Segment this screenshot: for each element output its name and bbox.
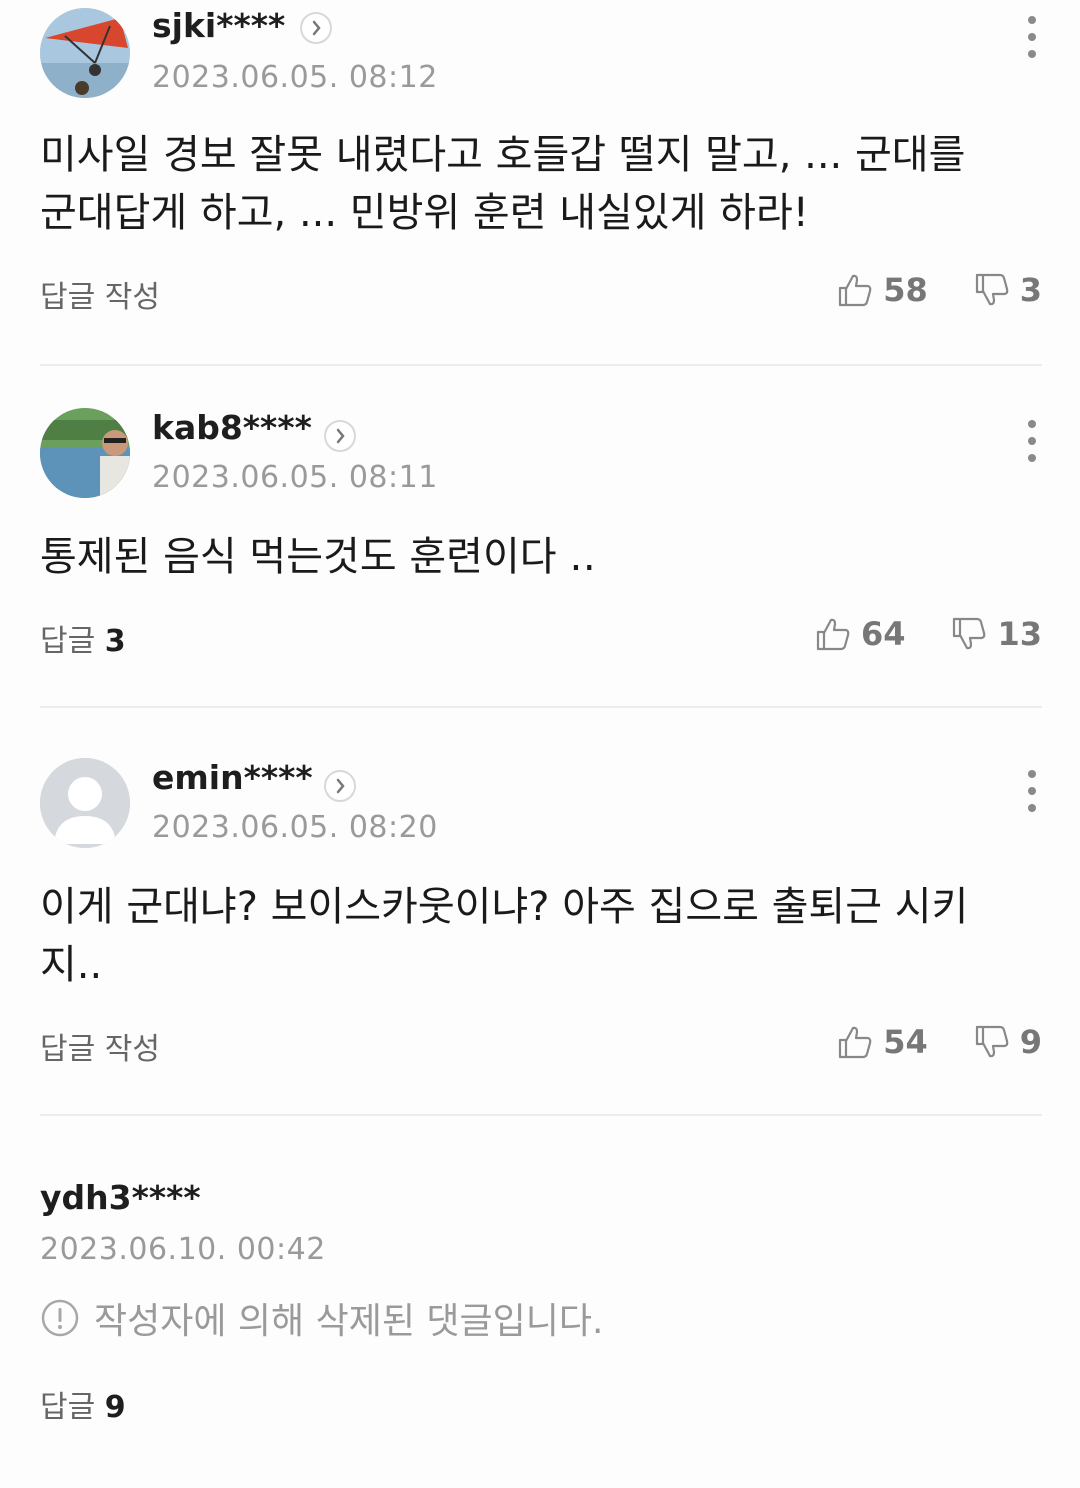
reply-label: 답글 xyxy=(40,1390,96,1425)
reply-count: 3 xyxy=(104,624,126,659)
comment-timestamp: 2023.06.10. 00:42 xyxy=(40,1232,326,1267)
dislike-button[interactable]: 9 xyxy=(974,1023,1042,1061)
reply-label: 답글 xyxy=(40,624,96,659)
divider xyxy=(40,706,1042,708)
like-button[interactable]: 54 xyxy=(837,1023,928,1061)
dislike-button[interactable]: 3 xyxy=(974,271,1042,309)
reply-button[interactable]: 답글 9 xyxy=(40,1382,126,1426)
avatar[interactable] xyxy=(40,408,130,498)
profile-arrow-button[interactable] xyxy=(300,12,332,44)
divider xyxy=(40,364,1042,366)
reply-button[interactable]: 답글 작성 xyxy=(40,272,160,316)
dislike-count: 9 xyxy=(1019,1023,1042,1061)
vertical-dots-icon xyxy=(1028,770,1036,778)
comment-text: 이게 군대냐? 보이스카웃이냐? 아주 집으로 출퇴근 시키지.. xyxy=(40,884,969,988)
lake-selfie-photo-icon xyxy=(40,408,130,498)
chevron-right-icon xyxy=(312,20,321,36)
thumbs-down-icon xyxy=(975,273,1009,306)
default-person-icon xyxy=(40,758,130,848)
reply-label: 답글 작성 xyxy=(40,1032,160,1067)
avatar[interactable] xyxy=(40,8,130,98)
profile-arrow-button[interactable] xyxy=(324,770,356,802)
chevron-right-icon xyxy=(336,428,345,444)
username[interactable]: kab8**** xyxy=(152,408,312,447)
like-count: 58 xyxy=(883,271,928,309)
thumbs-up-icon xyxy=(816,618,850,651)
username[interactable]: sjki**** xyxy=(152,6,285,45)
comment-text: 미사일 경보 잘못 내렸다고 호들갑 떨지 말고, ... 군대를 군대답게 하… xyxy=(40,132,966,236)
comment-text: 통제된 음식 먹는것도 훈련이다 ‥ xyxy=(40,534,596,580)
thumbs-up-icon xyxy=(839,274,872,307)
thumbs-down-icon xyxy=(953,617,986,650)
reply-button[interactable]: 답글 작성 xyxy=(40,1024,160,1068)
more-options-button[interactable] xyxy=(1022,420,1042,466)
like-count: 54 xyxy=(883,1023,928,1061)
hang-glider-photo-icon xyxy=(40,8,130,98)
like-button[interactable]: 64 xyxy=(815,615,906,653)
more-options-button[interactable] xyxy=(1022,770,1042,816)
username[interactable]: ydh3**** xyxy=(40,1178,201,1217)
profile-arrow-button[interactable] xyxy=(324,420,356,452)
vertical-dots-icon xyxy=(1028,420,1036,428)
vertical-dots-icon xyxy=(1028,16,1036,24)
dislike-button[interactable]: 13 xyxy=(951,615,1042,653)
reply-count: 9 xyxy=(104,1390,126,1425)
comment-item: kab8**** 2023.06.05. 08:11 통제된 음식 먹는것도 훈… xyxy=(0,408,1080,758)
dislike-count: 3 xyxy=(1019,271,1042,309)
deleted-message: 작성자에 의해 삭제된 댓글입니다. xyxy=(94,1301,604,1342)
comment-timestamp: 2023.06.05. 08:11 xyxy=(152,460,438,495)
reply-button[interactable]: 답글 3 xyxy=(40,616,126,660)
comment-timestamp: 2023.06.05. 08:20 xyxy=(152,810,438,845)
like-button[interactable]: 58 xyxy=(837,271,928,309)
reply-label: 답글 작성 xyxy=(40,280,160,315)
comment-item: sjki**** 2023.06.05. 08:12 미사일 경보 잘못 내렸다… xyxy=(0,0,1080,366)
vote-group: 58 3 xyxy=(791,268,1042,312)
comment-timestamp: 2023.06.05. 08:12 xyxy=(152,60,438,95)
thumbs-up-icon xyxy=(839,1026,872,1059)
deleted-notice: 작성자에 의해 삭제된 댓글입니다. xyxy=(40,1292,603,1344)
dislike-count: 13 xyxy=(997,615,1042,653)
avatar[interactable] xyxy=(40,758,130,848)
divider xyxy=(40,1114,1042,1116)
like-count: 64 xyxy=(860,615,906,653)
vote-group: 54 9 xyxy=(791,1020,1042,1064)
exclamation-circle-icon xyxy=(41,1299,79,1337)
deleted-comment-item: ydh3**** 2023.06.10. 00:42 작성자에 의해 삭제된 댓… xyxy=(0,1168,1080,1488)
vote-group: 64 13 xyxy=(769,612,1042,656)
username[interactable]: emin**** xyxy=(152,758,313,797)
thumbs-down-icon xyxy=(975,1025,1009,1058)
comment-item: emin**** 2023.06.05. 08:20 이게 군대냐? 보이스카웃… xyxy=(0,758,1080,1168)
chevron-right-icon xyxy=(336,778,345,794)
more-options-button[interactable] xyxy=(1022,16,1042,62)
